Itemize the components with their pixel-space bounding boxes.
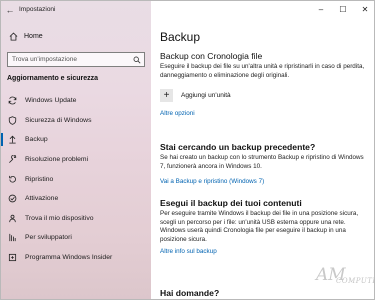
sidebar-item-recovery[interactable]: Ripristino (1, 169, 151, 189)
maximize-button[interactable]: ☐ (332, 1, 354, 18)
search-input[interactable]: Trova un'impostazione (7, 52, 145, 67)
search-icon[interactable] (130, 53, 144, 66)
home-nav[interactable]: Home (9, 32, 43, 41)
app-title: Impostazioni (19, 6, 56, 13)
person-locate-icon (8, 214, 17, 223)
close-button[interactable]: ✕ (354, 1, 374, 18)
shield-icon (8, 116, 17, 125)
minimize-button[interactable]: – (310, 1, 332, 18)
search-placeholder: Trova un'impostazione (12, 56, 77, 63)
add-drive-button[interactable]: + Aggiungi un'unità (160, 89, 370, 102)
title-bar: ← Impostazioni (1, 1, 151, 18)
sidebar-nav: Windows Update Sicurezza di Windows Back… (1, 91, 151, 267)
sidebar-item-developers[interactable]: Per sviluppatori (1, 228, 151, 248)
backup-files-section: Esegui il backup dei tuoi contenuti Per … (160, 198, 370, 255)
watermark-small: COMPUTERS (336, 277, 374, 285)
sidebar-item-label: Sicurezza di Windows (25, 116, 92, 124)
sidebar-item-windows-update[interactable]: Windows Update (1, 91, 151, 111)
backup-arrow-icon (8, 135, 17, 144)
windows7-backup-link[interactable]: Vai a Backup e ripristino (Windows 7) (160, 178, 370, 185)
home-label: Home (24, 33, 43, 40)
sidebar-item-security[interactable]: Sicurezza di Windows (1, 111, 151, 131)
watermark-logo: AM COMPUTERS (316, 265, 374, 291)
sidebar-item-activation[interactable]: Attivazione (1, 189, 151, 209)
sidebar-item-find-device[interactable]: Trova il mio dispositivo (1, 209, 151, 229)
add-drive-label: Aggiungi un'unità (181, 92, 231, 99)
check-circle-icon (8, 194, 17, 203)
main-pane: – ☐ ✕ Backup Backup con Cronologia file … (151, 1, 374, 299)
backup-info-link[interactable]: Altre info sul backup (160, 248, 370, 255)
restore-icon (8, 175, 17, 184)
sidebar-section-title: Aggiornamento e sicurezza (7, 75, 99, 82)
window-controls: – ☐ ✕ (310, 1, 374, 18)
older-backup-heading: Stai cercando un backup precedente? (160, 142, 316, 152)
back-arrow-icon[interactable]: ← (1, 1, 19, 18)
backup-history-section: Backup Backup con Cronologia file Esegui… (160, 30, 370, 117)
insider-icon (8, 253, 17, 262)
settings-window: ← Impostazioni Home Trova un'impostazion… (0, 0, 375, 300)
older-backup-section: Stai cercando un backup precedente? Se h… (160, 142, 370, 185)
developer-icon (8, 233, 17, 242)
sidebar-item-insider[interactable]: Programma Windows Insider (1, 248, 151, 268)
sidebar-item-label: Per sviluppatori (25, 234, 72, 242)
history-description: Eseguire il backup dei file su un'altra … (160, 63, 365, 79)
home-icon (9, 32, 18, 41)
sidebar-item-label: Programma Windows Insider (25, 254, 113, 262)
backup-files-heading: Esegui il backup dei tuoi contenuti (160, 198, 302, 208)
sidebar-item-label: Risoluzione problemi (25, 156, 89, 164)
sidebar-item-label: Backup (25, 136, 48, 144)
sidebar-item-label: Ripristino (25, 175, 54, 183)
backup-files-description: Per eseguire tramite Windows il backup d… (160, 210, 359, 243)
sidebar-item-label: Trova il mio dispositivo (25, 214, 94, 222)
older-backup-description: Se hai creato un backup con lo strumento… (160, 154, 364, 170)
sidebar: ← Impostazioni Home Trova un'impostazion… (1, 1, 151, 299)
plus-icon: + (160, 89, 173, 102)
sync-icon (8, 96, 17, 105)
sidebar-item-label: Attivazione (25, 195, 59, 203)
more-options-link[interactable]: Altre opzioni (160, 110, 370, 117)
sidebar-item-troubleshoot[interactable]: Risoluzione problemi (1, 150, 151, 170)
page-title: Backup (160, 30, 201, 44)
history-heading: Backup con Cronologia file (160, 51, 263, 61)
wrench-icon (8, 155, 17, 164)
sidebar-item-backup[interactable]: Backup (1, 130, 151, 150)
sidebar-item-label: Windows Update (25, 97, 77, 105)
